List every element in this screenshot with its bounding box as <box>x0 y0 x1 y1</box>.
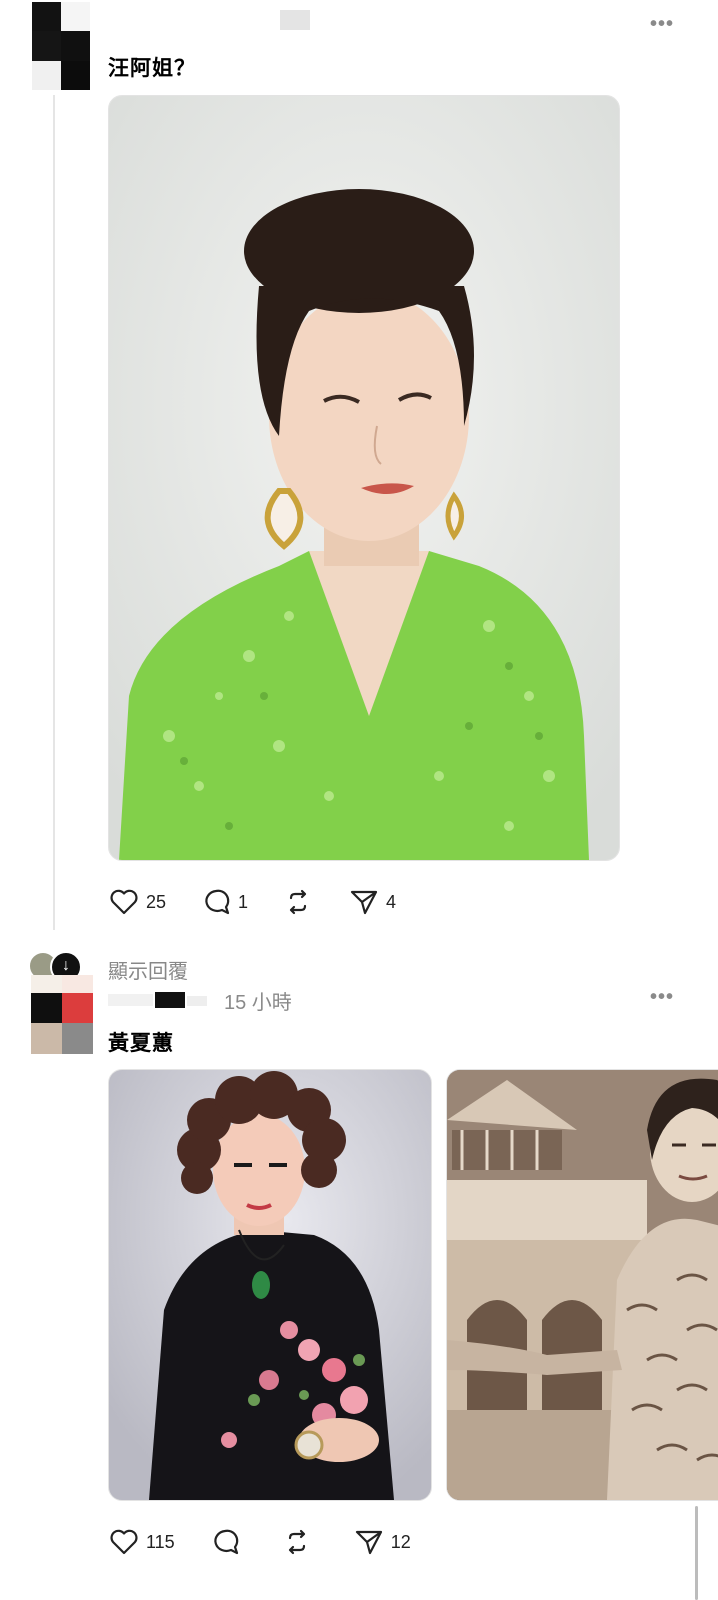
like-count: 25 <box>146 891 167 912</box>
avatar[interactable] <box>31 992 93 1054</box>
repost-button[interactable] <box>282 886 314 918</box>
post-text: 黃夏蕙 <box>108 1032 174 1055</box>
repost-icon <box>288 1529 305 1555</box>
post-image[interactable] <box>108 95 620 861</box>
post-actions: 25 1 4 <box>108 886 430 918</box>
share-count: 4 <box>386 891 397 912</box>
comment-count: 1 <box>238 891 249 912</box>
avatar[interactable] <box>32 2 90 90</box>
post-image[interactable] <box>446 1069 718 1501</box>
repost-button[interactable] <box>281 1526 313 1558</box>
username-placeholder[interactable] <box>280 10 310 30</box>
repost-icon <box>289 889 307 915</box>
share-icon <box>350 890 378 915</box>
share-button[interactable]: 4 <box>348 886 396 918</box>
like-button[interactable]: 115 <box>108 1526 175 1558</box>
like-count: 115 <box>146 1531 175 1552</box>
comment-icon <box>214 1529 238 1555</box>
show-replies-link[interactable]: 顯示回覆 <box>108 955 188 984</box>
scrollbar[interactable] <box>695 1506 698 1600</box>
more-options-button[interactable]: ••• <box>650 986 674 1009</box>
share-button[interactable]: 12 <box>353 1526 411 1558</box>
heart-icon <box>110 889 138 915</box>
post-text: 汪阿姐？ <box>108 57 196 80</box>
post-image[interactable] <box>108 1069 432 1501</box>
comment-button[interactable] <box>209 1526 241 1558</box>
share-icon <box>355 1530 382 1555</box>
username-placeholder[interactable] <box>108 988 208 1008</box>
comment-button[interactable]: 1 <box>200 886 248 918</box>
thread-line <box>53 95 55 930</box>
avatar-top-patch-2 <box>62 975 93 993</box>
like-button[interactable]: 25 <box>108 886 166 918</box>
share-count: 12 <box>390 1531 411 1552</box>
avatar-top-patch <box>31 975 62 993</box>
comment-icon <box>205 889 230 915</box>
heart-icon <box>110 1529 138 1555</box>
post-actions: 115 12 <box>108 1526 445 1558</box>
timestamp: 15 小時 <box>224 992 292 1014</box>
more-options-button[interactable]: ••• <box>650 13 674 36</box>
